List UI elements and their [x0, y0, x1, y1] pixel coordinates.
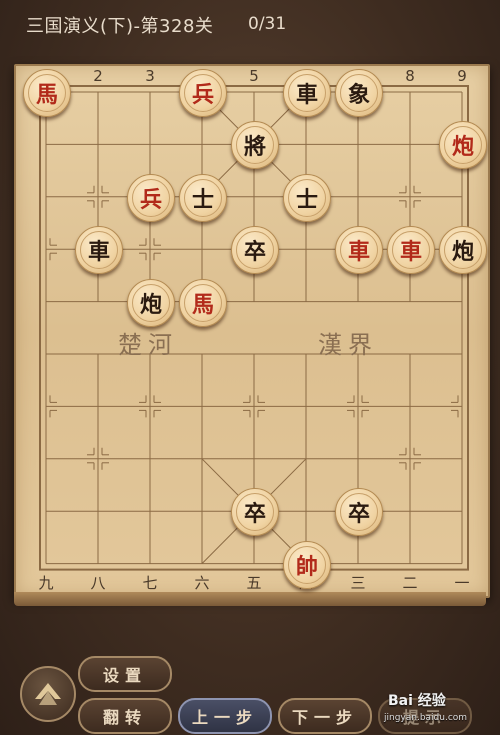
red-piece[interactable]: 馬 [23, 69, 71, 117]
black-piece[interactable]: 炮 [127, 278, 175, 327]
black-piece[interactable]: 卒 [335, 488, 383, 537]
file-label-top: 9 [457, 67, 467, 85]
file-label-bottom: 七 [142, 574, 157, 592]
black-piece[interactable]: 炮 [439, 226, 487, 275]
piece-label: 兵 [184, 74, 222, 112]
red-piece[interactable]: 兵 [127, 173, 175, 222]
red-piece[interactable]: 馬 [179, 278, 227, 327]
piece-label: 炮 [132, 283, 170, 322]
piece-label: 馬 [184, 283, 222, 322]
piece-label: 車 [340, 231, 378, 270]
piece-label: 將 [236, 126, 274, 165]
file-label-top: 3 [145, 67, 155, 85]
next-move-button[interactable]: 下一步 [278, 698, 372, 734]
home-button[interactable] [20, 666, 76, 722]
piece-label: 士 [288, 178, 326, 217]
river-label-chu: 楚河 [118, 331, 178, 359]
file-label-bottom: 一 [454, 574, 469, 592]
piece-label: 車 [80, 231, 118, 270]
watermark-brand: Bai 经验 [388, 693, 446, 709]
red-piece[interactable]: 兵 [179, 69, 227, 117]
board-grid: 123456789九八七六五四三二一 [38, 67, 469, 592]
watermark-url: jingyan.baidu.com [384, 713, 468, 723]
piece-label: 兵 [132, 178, 170, 217]
file-label-bottom: 六 [194, 574, 209, 592]
river-label-han: 漢界 [318, 331, 378, 359]
file-label-top: 2 [93, 67, 103, 85]
file-label-bottom: 三 [350, 574, 365, 592]
file-label-top: 8 [405, 67, 415, 85]
piece-label: 卒 [236, 231, 274, 270]
file-label-top: 5 [249, 67, 259, 85]
red-piece[interactable]: 帥 [283, 540, 331, 589]
black-piece[interactable]: 士 [283, 173, 331, 222]
black-piece[interactable]: 卒 [231, 488, 279, 537]
piece-label: 象 [340, 74, 378, 112]
piece-label: 卒 [340, 493, 378, 532]
piece-label: 帥 [288, 545, 326, 584]
file-label-bottom: 五 [246, 574, 261, 592]
piece-label: 士 [184, 178, 222, 217]
black-piece[interactable]: 卒 [231, 226, 279, 275]
black-piece[interactable]: 車 [283, 69, 331, 117]
file-label-bottom: 九 [38, 574, 53, 592]
piece-label: 馬 [28, 74, 66, 112]
piece-label: 卒 [236, 493, 274, 532]
piece-label: 車 [392, 231, 430, 270]
black-piece[interactable]: 象 [335, 69, 383, 117]
chevron-up-icon [35, 683, 61, 705]
piece-label: 炮 [444, 231, 482, 270]
file-label-bottom: 二 [402, 574, 417, 592]
piece-label: 炮 [444, 126, 482, 165]
prev-move-button[interactable]: 上一步 [178, 698, 272, 734]
red-piece[interactable]: 車 [387, 226, 435, 275]
file-label-bottom: 八 [90, 574, 105, 592]
black-piece[interactable]: 車 [75, 226, 123, 275]
settings-button[interactable]: 设置 [78, 656, 172, 692]
black-piece[interactable]: 士 [179, 173, 227, 222]
piece-label: 車 [288, 74, 326, 112]
flip-button[interactable]: 翻转 [78, 698, 172, 734]
red-piece[interactable]: 車 [335, 226, 383, 275]
